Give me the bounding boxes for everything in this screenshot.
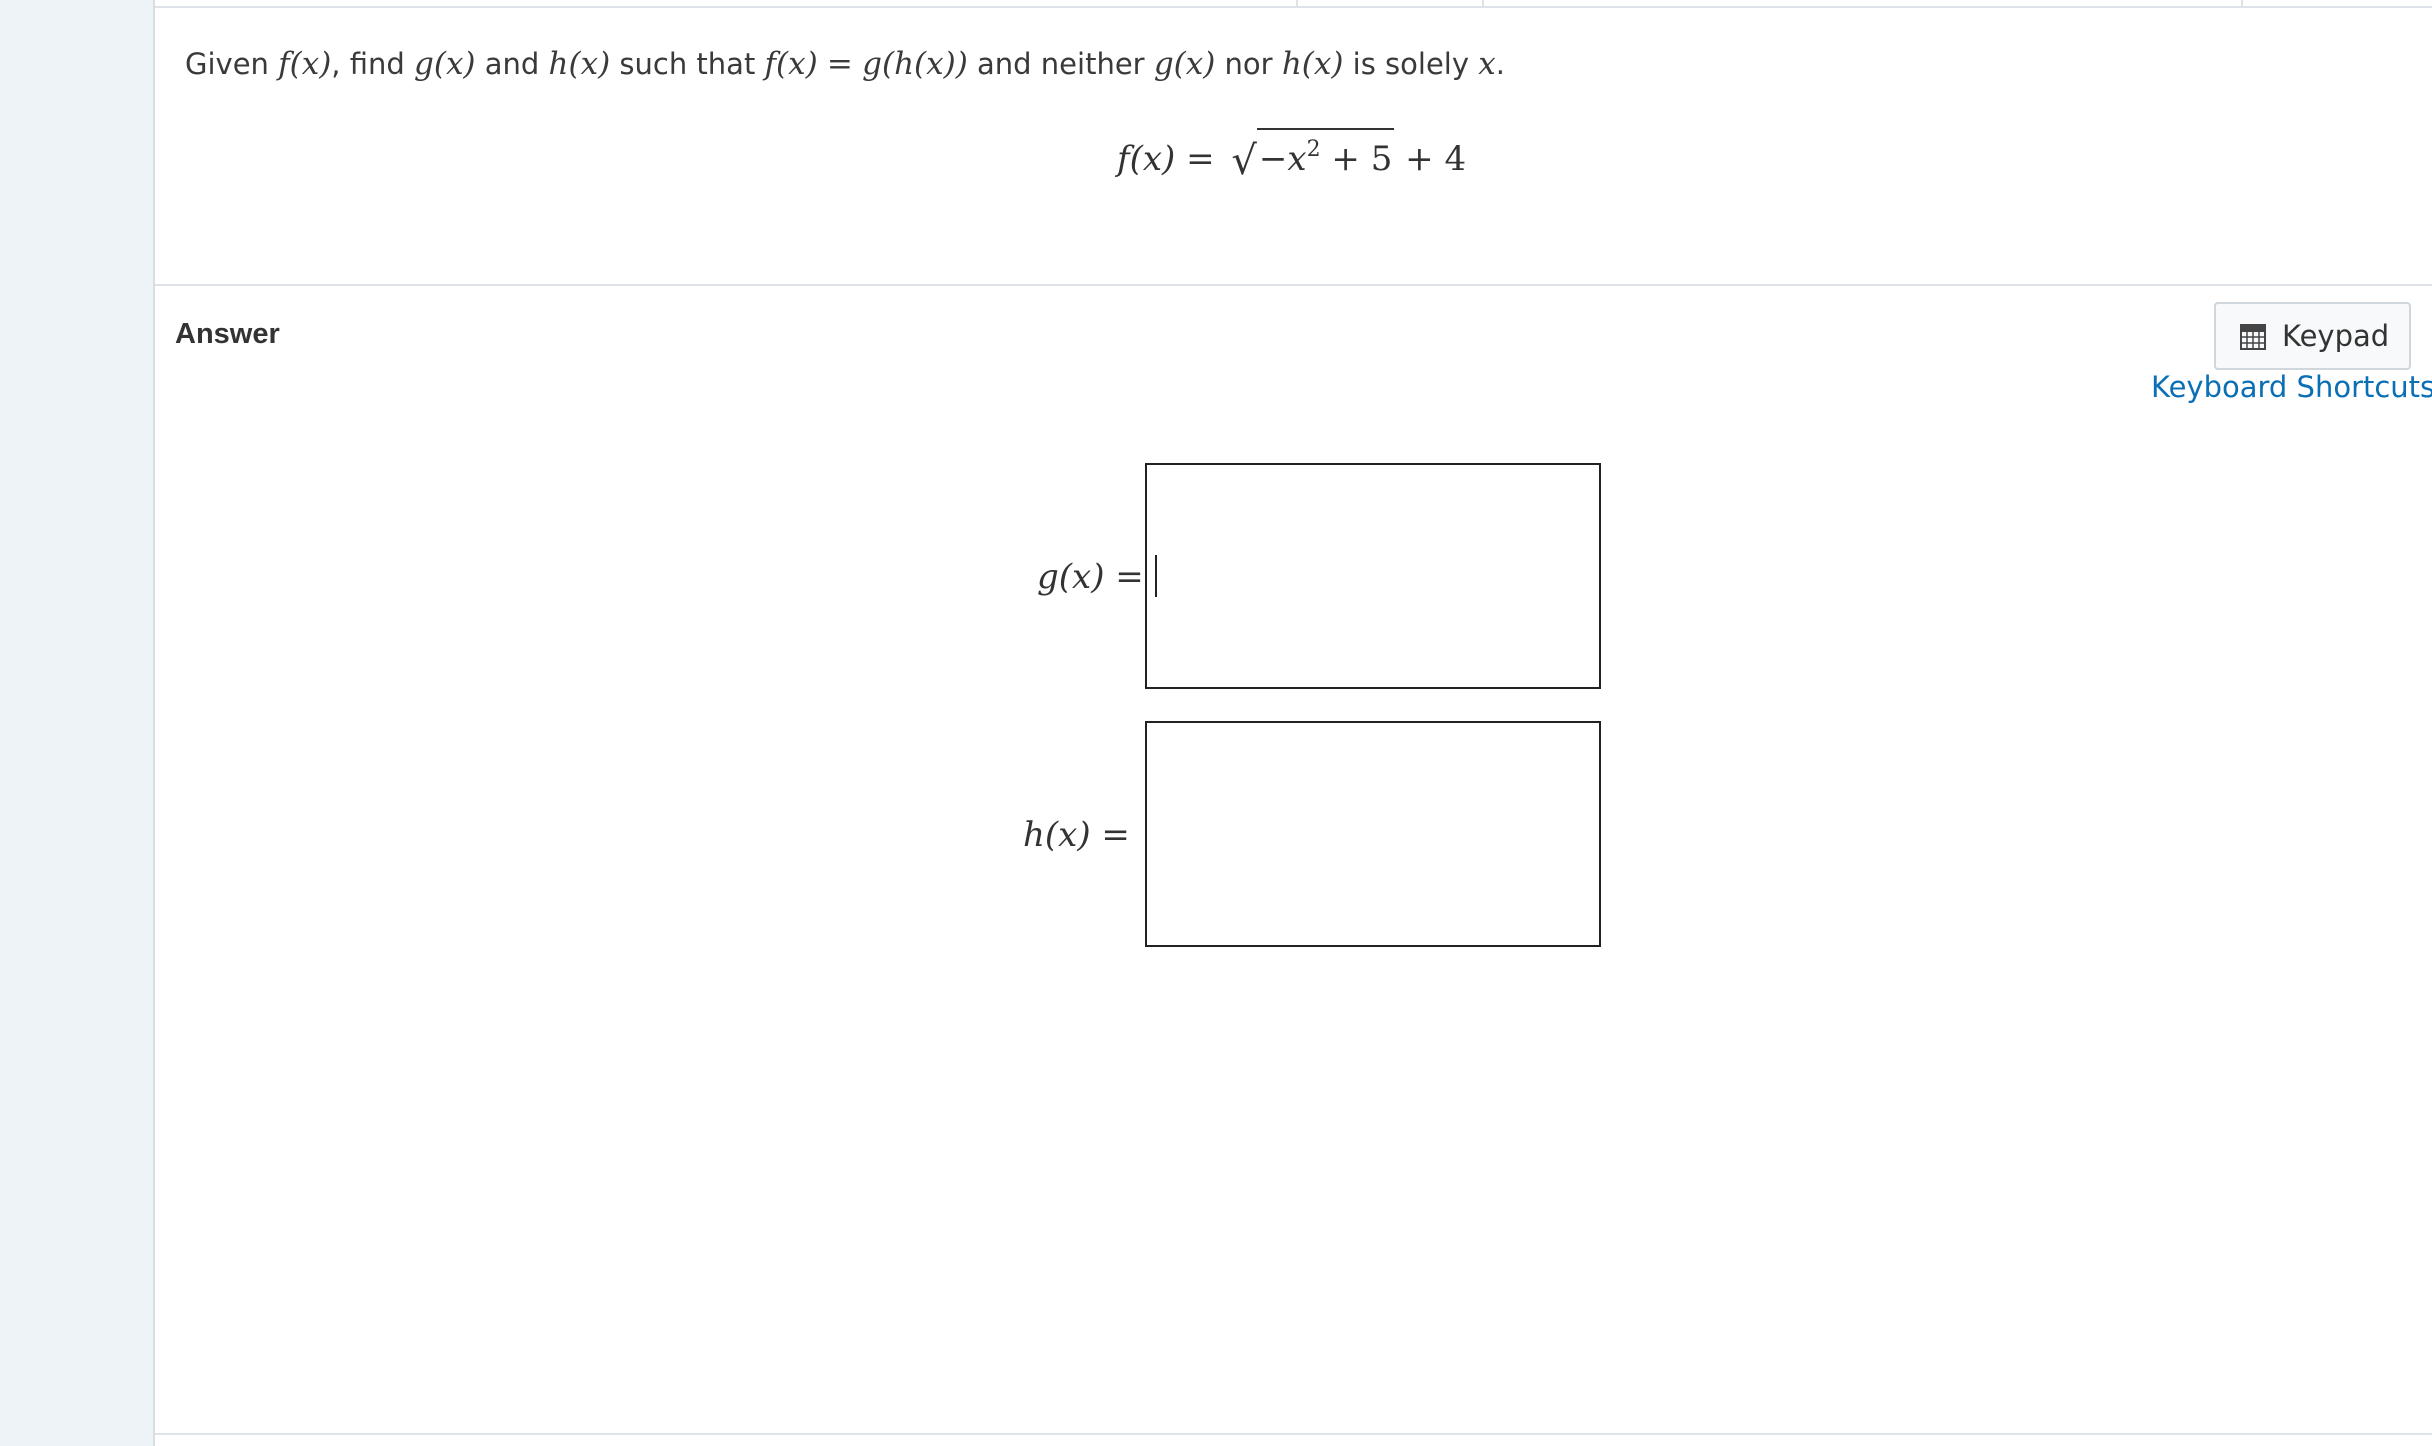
tab-divider [2241, 0, 2243, 8]
question-panel: Given f(x), find g(x) and h(x) such that… [153, 0, 2432, 1446]
question-word: nor [1224, 47, 1273, 81]
radicand-term: + 5 [1320, 139, 1393, 179]
math-f-of-x: f(x) [278, 46, 332, 82]
square-root-symbol: √ [1231, 138, 1257, 184]
question-word: is solely [1352, 47, 1470, 81]
section-divider [155, 284, 2432, 286]
question-text: Given f(x), find g(x) and h(x) such that… [185, 42, 1505, 86]
keypad-button[interactable]: Keypad [2214, 302, 2411, 370]
function-formula: f(x) = √−x2 + 5 + 4 [1117, 128, 1466, 184]
h-answer-input[interactable] [1145, 721, 1601, 947]
text-cursor [1155, 555, 1157, 597]
g-answer-input[interactable] [1145, 463, 1601, 689]
math-h-of-x: h(x) [548, 46, 611, 82]
formula-constant: + 4 [1405, 139, 1467, 179]
math-equals: = [826, 46, 853, 82]
math-x: x [1478, 46, 1496, 82]
keyboard-shortcuts-link[interactable]: Keyboard Shortcuts [2151, 370, 2432, 404]
question-word: . [1495, 47, 1505, 81]
keypad-label: Keypad [2282, 319, 2390, 353]
exponent: 2 [1306, 137, 1321, 162]
formula-equals: = [1186, 139, 1215, 179]
question-word: and [484, 47, 540, 81]
math-h-of-x: h(x) [1281, 46, 1344, 82]
tab-divider [1482, 0, 1484, 8]
question-word: such that [619, 47, 756, 81]
radicand-term: −x [1258, 139, 1307, 179]
top-tab-strip [155, 0, 2432, 8]
math-g-of-x: g(x) [1153, 46, 1216, 82]
tab-divider [1296, 0, 1298, 8]
math-composition-rhs: g(h(x)) [862, 46, 968, 82]
left-rail [0, 0, 153, 1446]
question-word: Given [185, 47, 269, 81]
math-g-of-x: g(x) [414, 46, 476, 82]
calculator-grid-icon [2240, 323, 2266, 350]
formula-lhs: f(x) [1117, 139, 1176, 179]
h-input-label: h(x) = [1023, 815, 1130, 855]
question-word: , find [331, 47, 405, 81]
radicand: −x2 + 5 [1256, 128, 1395, 179]
answer-heading: Answer [175, 318, 280, 350]
g-input-label: g(x) = [1037, 557, 1144, 597]
bottom-divider [155, 1433, 2432, 1435]
question-word: and neither [977, 47, 1145, 81]
math-composition-lhs: f(x) [764, 46, 818, 82]
